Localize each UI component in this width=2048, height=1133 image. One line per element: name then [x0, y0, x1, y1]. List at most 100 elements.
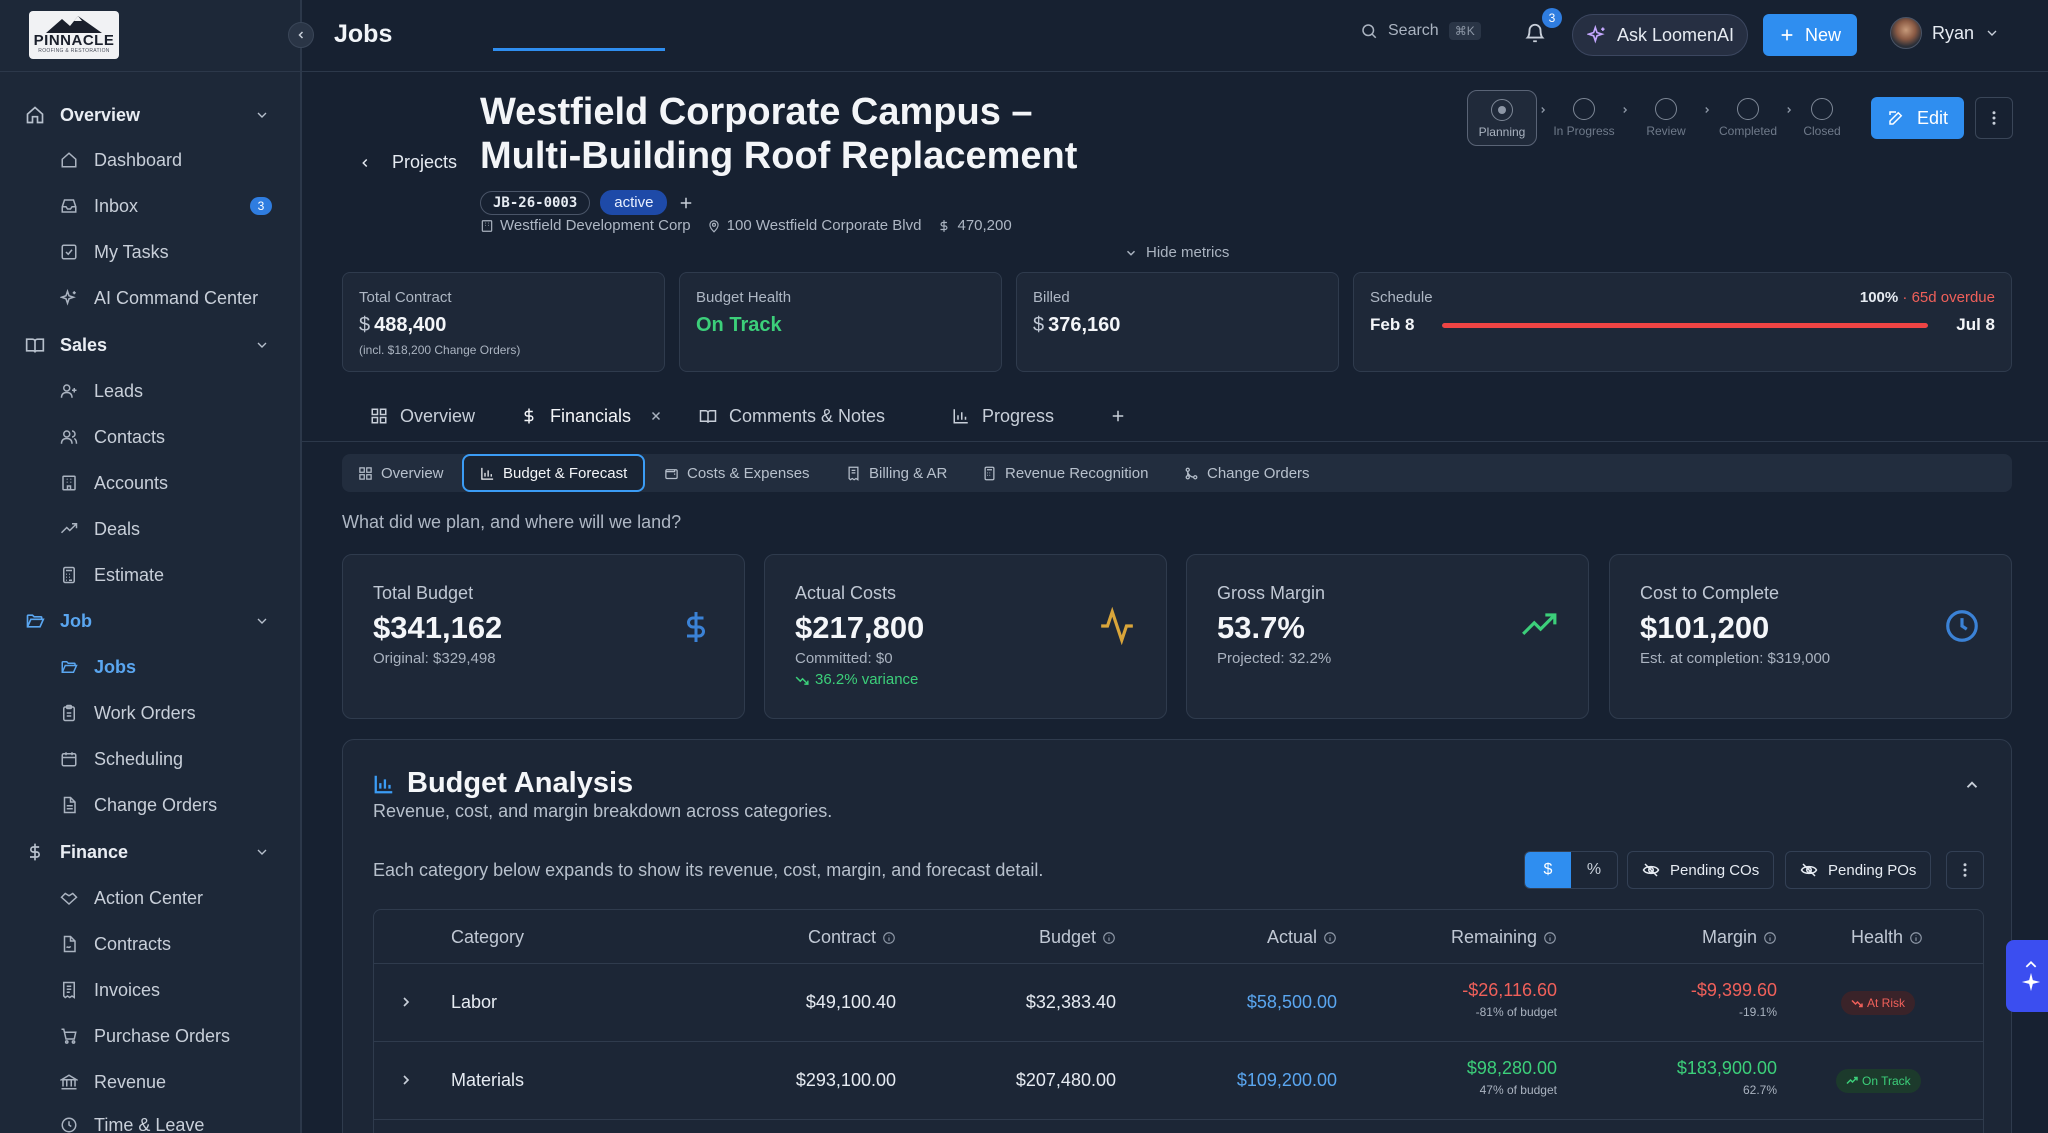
assistant-launcher-button[interactable]	[2006, 940, 2048, 1012]
stage-arrow	[1619, 82, 1631, 138]
hide-metrics-toggle[interactable]: Hide metrics	[1124, 244, 1229, 261]
sidebar-item-work-orders[interactable]: Work Orders	[0, 693, 302, 733]
tab-overview[interactable]: Overview	[370, 390, 475, 442]
nav-group-overview[interactable]: Overview	[0, 95, 302, 135]
chevron-right-icon[interactable]	[398, 994, 414, 1010]
tab-financials[interactable]: Financials	[520, 390, 663, 442]
tab-comments-notes[interactable]: Comments & Notes	[699, 390, 885, 442]
map-pin-icon	[708, 219, 719, 233]
add-tab-button[interactable]	[1109, 390, 1127, 442]
chevron-right-icon	[1541, 107, 1546, 113]
column-header-actual[interactable]: Actual	[1267, 927, 1337, 948]
sidebar-item-inbox[interactable]: Inbox 3	[0, 186, 302, 226]
tab-label: Comments & Notes	[729, 405, 886, 426]
sidebar-item-time-leave[interactable]: Time & Leave	[0, 1105, 302, 1133]
sidebar-item-contracts[interactable]: Contracts	[0, 924, 302, 964]
panel-more-button[interactable]	[1946, 851, 1984, 889]
budget-health-card: Budget Health On Track	[679, 272, 1002, 372]
subtab-billing-ar[interactable]: Billing & AR	[846, 454, 947, 492]
notifications-button[interactable]	[1524, 22, 1546, 44]
stage-closed[interactable]: Closed	[1795, 90, 1849, 146]
sidebar-item-scheduling[interactable]: Scheduling	[0, 739, 302, 779]
subtab-budget-forecast[interactable]: Budget & Forecast	[462, 454, 646, 492]
edit-button[interactable]: Edit	[1871, 97, 1964, 139]
sidebar-item-purchase-orders[interactable]: Purchase Orders	[0, 1016, 302, 1056]
tab-progress[interactable]: Progress	[952, 390, 1054, 442]
table-row[interactable]: Labor $49,100.40 $32,383.40 $58,500.00 -…	[374, 964, 1983, 1042]
sidebar-item-accounts[interactable]: Accounts	[0, 463, 302, 503]
sidebar-item-ai-command-center[interactable]: AI Command Center	[0, 278, 302, 318]
column-header-health[interactable]: Health	[1851, 927, 1923, 948]
sidebar-item-jobs[interactable]: Jobs	[0, 647, 302, 687]
bar-chart-icon	[953, 409, 968, 424]
column-header-margin[interactable]: Margin	[1702, 927, 1777, 948]
amount-text: 470,200	[957, 217, 1012, 234]
back-to-projects-link[interactable]: Projects	[358, 152, 457, 173]
toggle-dollar[interactable]: $	[1525, 852, 1571, 888]
chevron-right-icon[interactable]	[398, 1072, 414, 1088]
search-button[interactable]: Search ⌘K	[1360, 22, 1481, 40]
actual-cell[interactable]: $109,200.00	[1237, 1070, 1337, 1091]
sidebar-item-contacts[interactable]: Contacts	[0, 417, 302, 457]
subtab-overview[interactable]: Overview	[358, 454, 444, 492]
close-icon[interactable]	[649, 409, 663, 423]
stage-completed[interactable]: Completed	[1713, 90, 1783, 146]
sidebar-item-leads[interactable]: Leads	[0, 371, 302, 411]
sidebar-item-deals[interactable]: Deals	[0, 509, 302, 549]
status-badge[interactable]: active	[600, 190, 668, 215]
unit-toggle: $ %	[1524, 851, 1618, 889]
more-actions-button[interactable]	[1975, 97, 2013, 139]
activity-icon	[1101, 607, 1133, 645]
nav-group-job[interactable]: Job	[0, 601, 302, 641]
sidebar-collapse-button[interactable]	[288, 22, 314, 48]
bar-chart-icon	[374, 775, 393, 793]
kpi-sub: Committed: $0	[795, 650, 893, 667]
layout-grid-icon	[359, 466, 372, 480]
pending-pos-toggle[interactable]: Pending POs	[1785, 851, 1932, 889]
subtab-costs-expenses[interactable]: Costs & Expenses	[664, 454, 810, 492]
chevron-right-icon	[1705, 107, 1710, 113]
column-header-budget[interactable]: Budget	[1039, 927, 1116, 948]
sidebar-item-change-orders[interactable]: Change Orders	[0, 785, 302, 825]
remaining-cell: -$26,116.60 -81% of budget	[1462, 980, 1557, 1019]
dollar-icon	[940, 219, 948, 232]
sidebar-item-dashboard[interactable]: Dashboard	[0, 140, 302, 180]
column-header-category[interactable]: Category	[451, 927, 524, 948]
nav-group-sales[interactable]: Sales	[0, 325, 302, 365]
subtab-label: Budget & Forecast	[503, 464, 628, 482]
receipt-icon	[63, 981, 75, 999]
sidebar-item-action-center[interactable]: Action Center	[0, 878, 302, 918]
nav-group-finance[interactable]: Finance	[0, 832, 302, 872]
stage-planning[interactable]: Planning	[1467, 90, 1537, 146]
company-logo[interactable]: PINNACLE ROOFING & RESTORATION	[29, 11, 119, 59]
total-contract-card: Total Contract $488,400 (incl. $18,200 C…	[342, 272, 665, 372]
pending-cos-toggle[interactable]: Pending COs	[1627, 851, 1775, 889]
job-id-badge[interactable]: JB-26-0003	[480, 190, 591, 215]
sidebar-item-revenue[interactable]: Revenue	[0, 1062, 302, 1102]
table-header: Category Contract Budget Actual Remainin…	[374, 910, 1983, 964]
back-label: Projects	[392, 152, 458, 172]
actual-cell[interactable]: $58,500.00	[1247, 992, 1337, 1013]
stage-review[interactable]: Review	[1631, 90, 1701, 146]
column-header-remaining[interactable]: Remaining	[1451, 927, 1557, 948]
column-label: Remaining	[1450, 927, 1537, 947]
toggle-percent[interactable]: %	[1571, 852, 1617, 888]
add-tag-icon[interactable]	[677, 194, 695, 212]
nav-group-label: Sales	[60, 334, 108, 355]
stage-in-progress[interactable]: In Progress	[1549, 90, 1619, 146]
new-button[interactable]: New	[1763, 14, 1857, 56]
table-row[interactable]: Materials $293,100.00 $207,480.00 $109,2…	[374, 1042, 1983, 1120]
bell-icon	[1525, 23, 1545, 43]
subtab-revenue-recognition[interactable]: Revenue Recognition	[982, 454, 1148, 492]
sidebar-item-label: Dashboard	[94, 149, 183, 170]
sidebar-item-estimate[interactable]: Estimate	[0, 555, 302, 595]
user-menu[interactable]: Ryan	[1890, 17, 2000, 49]
currency-symbol: $	[359, 314, 371, 336]
subtab-change-orders[interactable]: Change Orders	[1184, 454, 1310, 492]
ask-ai-button[interactable]: Ask LoomenAI	[1572, 14, 1748, 56]
financial-subtabs: Overview Budget & Forecast Costs & Expen…	[342, 454, 2012, 492]
column-header-contract[interactable]: Contract	[808, 927, 896, 948]
sidebar-item-my-tasks[interactable]: My Tasks	[0, 232, 302, 272]
sidebar-item-invoices[interactable]: Invoices	[0, 970, 302, 1010]
chevron-up-icon[interactable]	[1963, 776, 1981, 794]
